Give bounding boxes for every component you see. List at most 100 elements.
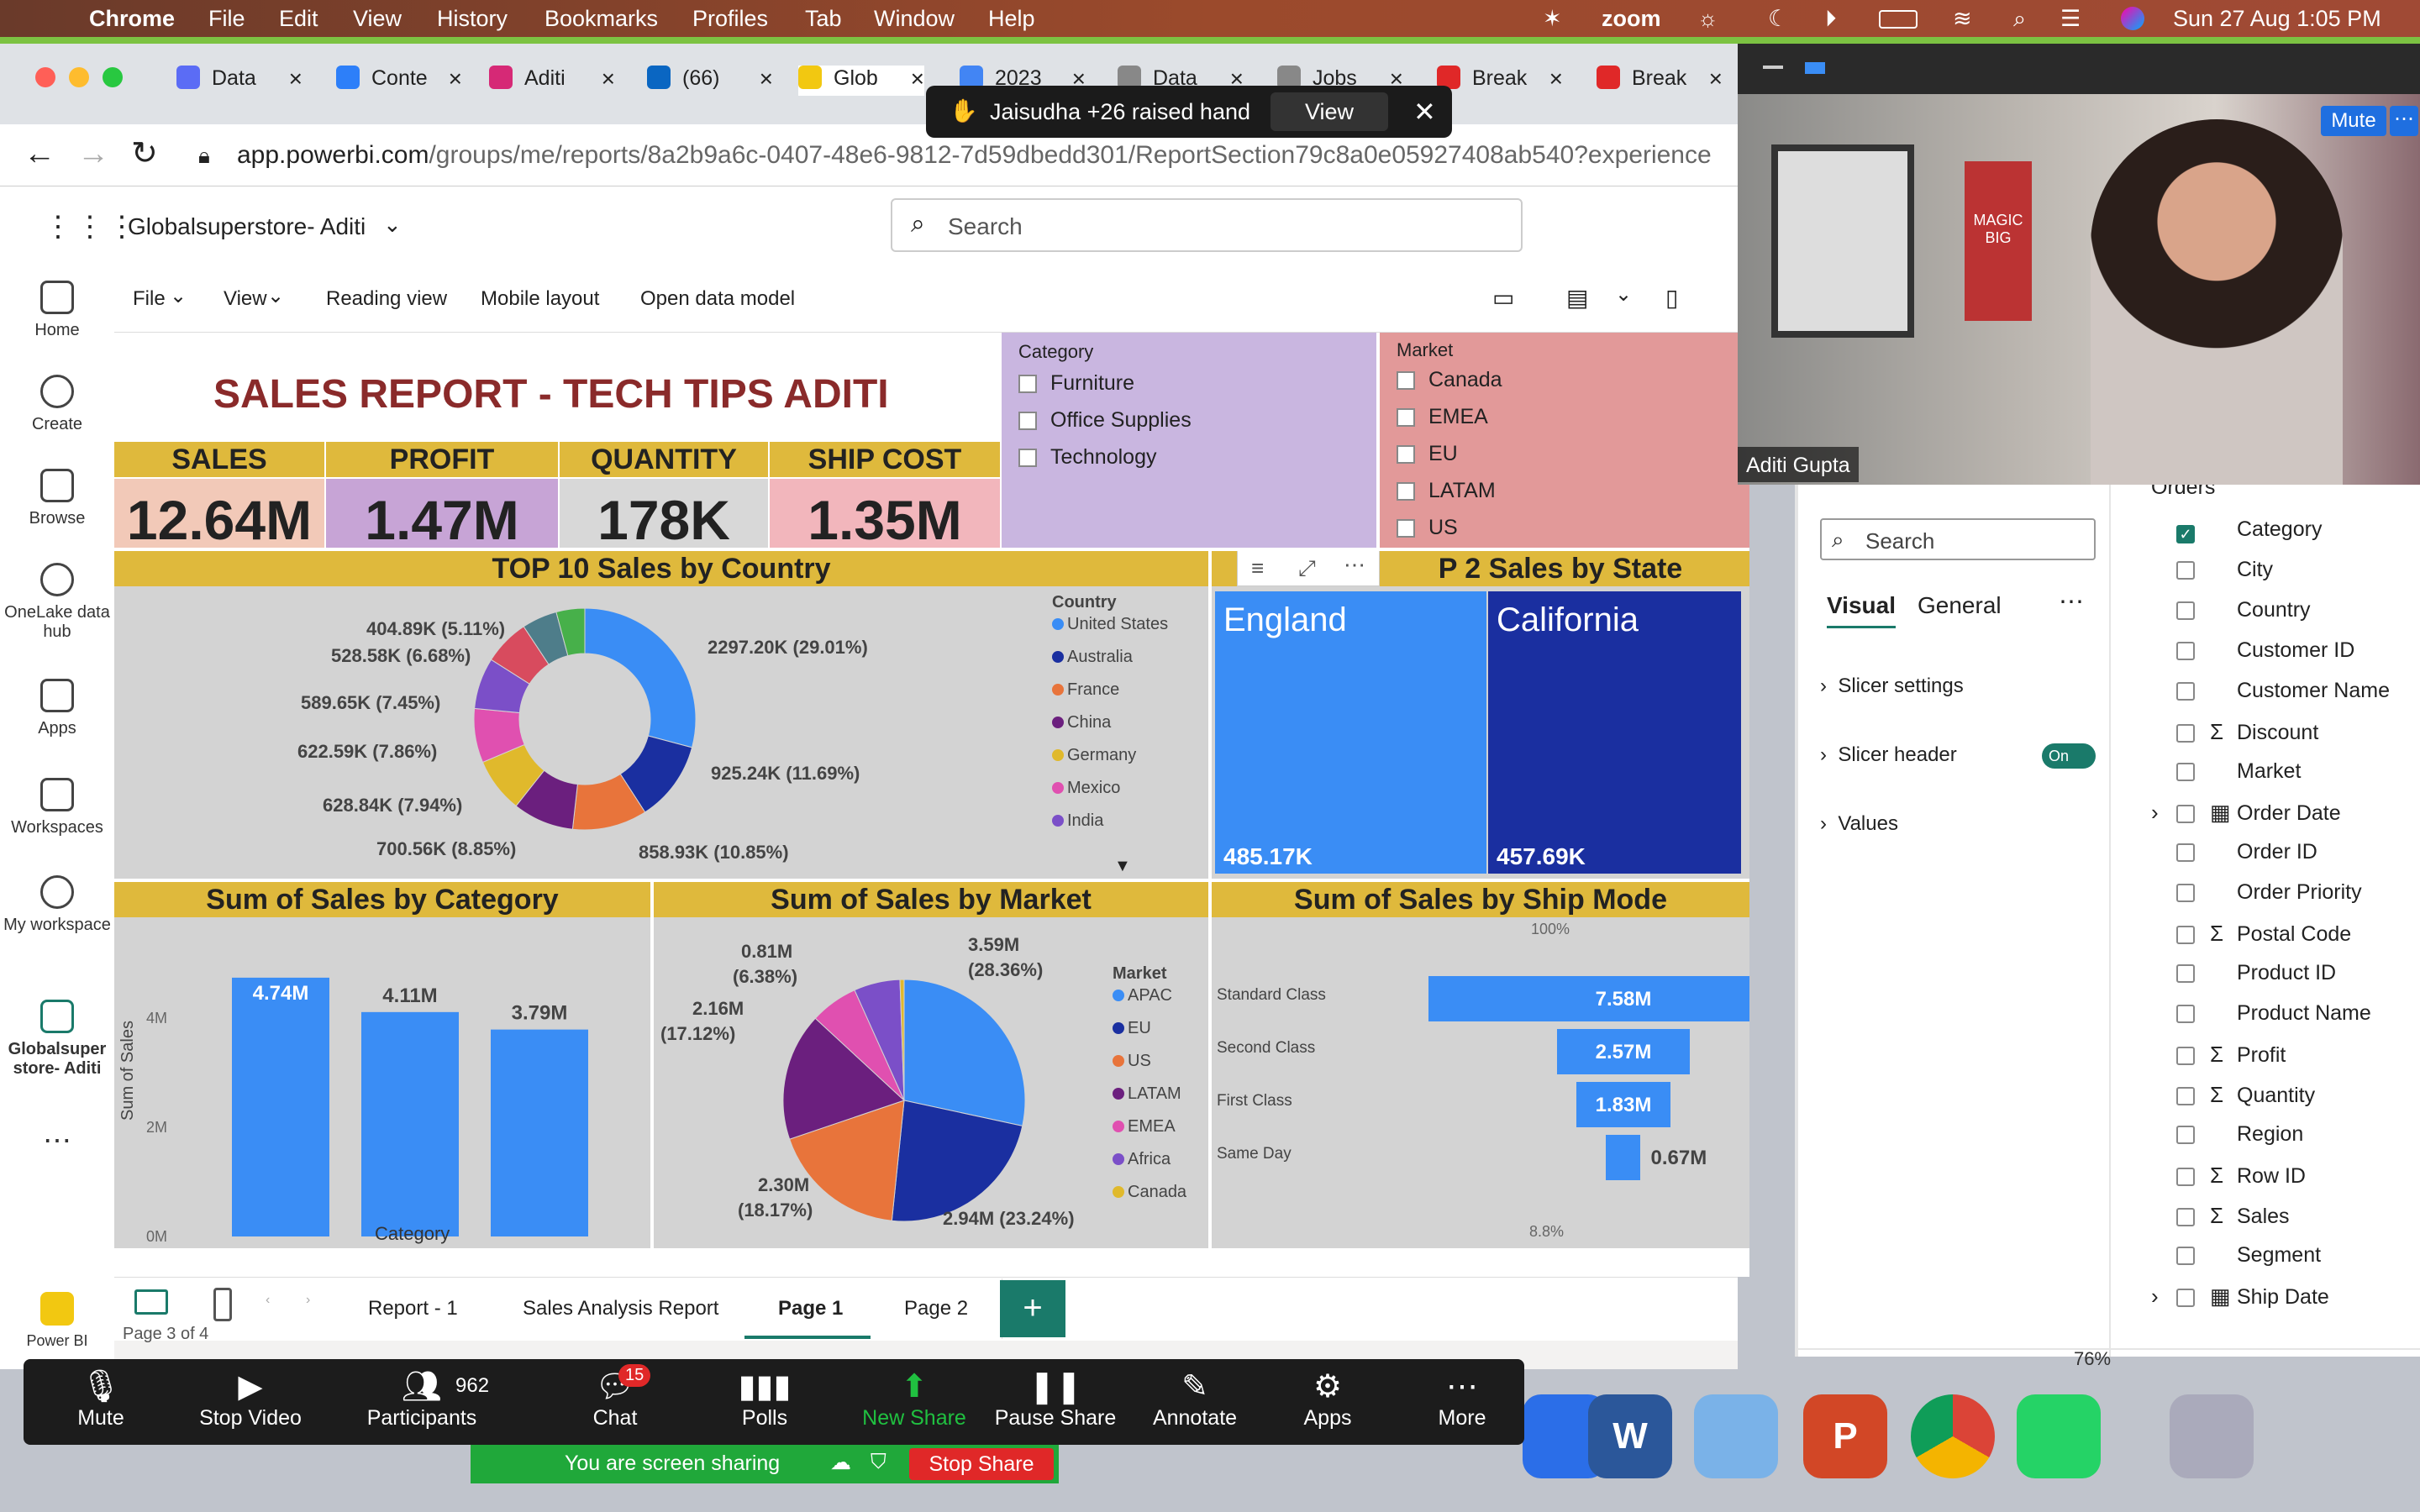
field-item[interactable]: Market xyxy=(2176,759,2301,793)
checkbox[interactable] xyxy=(1397,445,1415,464)
url-text[interactable]: app.powerbi.com/groups/me/reports/8a2b9a… xyxy=(237,141,1712,170)
word-app-icon[interactable]: W xyxy=(1588,1394,1672,1478)
nav-powerbi[interactable]: Power BI xyxy=(0,1292,114,1350)
field-checkbox[interactable] xyxy=(2176,1289,2195,1307)
more-options-icon[interactable]: ⋯ xyxy=(1344,552,1365,578)
slicer-item-office-supplies[interactable]: Office Supplies xyxy=(1018,408,1192,433)
field-item[interactable]: Segment xyxy=(2176,1243,2321,1277)
field-item[interactable]: Order ID xyxy=(2176,840,2317,874)
chat-button[interactable]: 💬︎ Chat xyxy=(552,1368,678,1431)
legend-item[interactable]: India xyxy=(1052,811,1168,844)
page-tab[interactable]: Page 2 xyxy=(871,1278,1003,1339)
forward-icon[interactable]: → xyxy=(77,136,109,172)
close-window-button[interactable] xyxy=(35,67,55,87)
menu-window[interactable]: Window xyxy=(874,6,955,32)
legend-item[interactable]: US xyxy=(1113,1052,1186,1084)
field-checkbox[interactable] xyxy=(2176,724,2195,743)
menu-help[interactable]: Help xyxy=(988,6,1035,32)
field-checkbox[interactable] xyxy=(2176,642,2195,660)
menu-edit[interactable]: Edit xyxy=(279,6,318,32)
zoom-menu-item[interactable]: zoom xyxy=(1602,6,1661,32)
back-icon[interactable]: ← xyxy=(24,136,55,172)
mobile-layout-icon[interactable] xyxy=(213,1288,232,1321)
browser-tab[interactable]: Data × xyxy=(176,66,302,96)
search-icon[interactable]: ⌕ xyxy=(2013,6,2026,33)
mute-participant-button[interactable]: Mute xyxy=(2321,106,2386,136)
field-checkbox[interactable] xyxy=(2176,561,2195,580)
field-checkbox[interactable] xyxy=(2176,1126,2195,1144)
field-item[interactable]: Product ID xyxy=(2176,961,2336,995)
pause-share-button[interactable]: ❚❚ Pause Share xyxy=(992,1368,1118,1431)
close-tab-icon[interactable]: × xyxy=(449,66,462,92)
close-tab-icon[interactable]: × xyxy=(602,66,615,92)
expand-chevron-icon[interactable]: › xyxy=(2151,1284,2159,1310)
add-page-button[interactable]: + xyxy=(1000,1280,1065,1337)
play-icon[interactable]: ⏵ xyxy=(1825,6,1837,33)
ribbon-mobile-layout[interactable]: Mobile layout xyxy=(481,287,599,311)
desktop-layout-icon[interactable] xyxy=(134,1289,168,1315)
focus-mode-icon[interactable]: ⤢ xyxy=(1298,555,1316,582)
field-checkbox[interactable] xyxy=(2176,763,2195,781)
field-checkbox[interactable] xyxy=(2176,1168,2195,1186)
section-slicer-settings[interactable]: › Slicer settings xyxy=(1820,675,1964,698)
whatsapp-app-icon[interactable] xyxy=(2017,1394,2101,1478)
nav-browse[interactable]: Browse xyxy=(0,469,114,528)
legend-item[interactable]: Germany xyxy=(1052,746,1168,779)
checkbox[interactable] xyxy=(1018,412,1037,430)
trash-icon[interactable] xyxy=(2170,1394,2254,1478)
bar[interactable] xyxy=(491,1029,588,1236)
field-checkbox[interactable] xyxy=(2176,1247,2195,1265)
field-item[interactable]: City xyxy=(2176,558,2273,591)
zoom-percentage[interactable]: 76% xyxy=(2074,1348,2111,1370)
field-item[interactable]: Σ Profit xyxy=(2176,1042,2286,1075)
expand-chevron-icon[interactable]: › xyxy=(2151,800,2159,826)
menu-history[interactable]: History xyxy=(437,6,508,32)
tools-app-icon[interactable] xyxy=(1694,1394,1778,1478)
browser-tab[interactable]: Conte × xyxy=(336,66,462,96)
chevron-down-icon[interactable]: ⌄ xyxy=(383,212,402,238)
field-item[interactable]: Region xyxy=(2176,1122,2303,1156)
field-item[interactable]: Customer ID xyxy=(2176,638,2354,672)
legend-item[interactable]: Australia xyxy=(1052,648,1168,680)
clock[interactable]: Sun 27 Aug 1:05 PM xyxy=(2173,6,2381,32)
app-launcher-icon[interactable]: ⋮⋮⋮ xyxy=(44,210,139,244)
header-toggle[interactable]: On xyxy=(2042,743,2096,769)
field-item[interactable]: Σ Postal Code xyxy=(2176,921,2351,954)
checkbox[interactable] xyxy=(1018,449,1037,467)
field-item[interactable]: ✓ Category xyxy=(2176,517,2322,551)
menu-view[interactable]: View xyxy=(353,6,402,32)
address-bar[interactable]: ← → ↻ 🔒︎ app.powerbi.com/groups/me/repor… xyxy=(0,124,1738,186)
browser-tab[interactable]: (66) × xyxy=(647,66,773,96)
bar[interactable] xyxy=(232,977,329,1236)
slicer-item-latam[interactable]: LATAM xyxy=(1397,479,1496,503)
ribbon-view[interactable]: View xyxy=(224,287,267,311)
new-share-button[interactable]: ⬆︎ New Share xyxy=(851,1368,977,1431)
siri-icon[interactable] xyxy=(2121,7,2144,30)
field-checkbox[interactable] xyxy=(2176,1005,2195,1023)
notes-icon[interactable]: ▯ xyxy=(1665,284,1678,312)
format-search-box[interactable]: ⌕ Search xyxy=(1820,518,2096,560)
lock-icon[interactable]: 🔒︎ xyxy=(198,143,210,170)
legend-item[interactable]: China xyxy=(1052,713,1168,746)
legend-item[interactable]: EU xyxy=(1113,1019,1186,1052)
slicer-item-technology[interactable]: Technology xyxy=(1018,445,1156,470)
slicer-item-eu[interactable]: EU xyxy=(1397,442,1458,466)
legend-item[interactable]: France xyxy=(1052,680,1168,713)
nav-onelake[interactable]: OneLake data hub xyxy=(0,563,114,642)
minimize-window-button[interactable] xyxy=(69,67,89,87)
field-checkbox[interactable] xyxy=(2176,843,2195,862)
close-icon[interactable]: ✕ xyxy=(1413,96,1436,128)
moon-icon[interactable]: ☾ xyxy=(1768,6,1788,32)
field-item[interactable]: › ▦ Order Date xyxy=(2151,800,2341,833)
close-tab-icon[interactable]: × xyxy=(760,66,773,92)
wifi-icon[interactable]: ≋ xyxy=(1953,6,1972,32)
legend-item[interactable]: Canada xyxy=(1113,1183,1186,1215)
nav-create[interactable]: Create xyxy=(0,375,114,434)
checkbox[interactable] xyxy=(1397,408,1415,427)
legend-item[interactable]: Mexico xyxy=(1052,779,1168,811)
checkbox[interactable] xyxy=(1018,375,1037,393)
tab-visual[interactable]: Visual xyxy=(1827,592,1896,628)
legend-item[interactable]: Africa xyxy=(1113,1150,1186,1183)
field-checkbox[interactable] xyxy=(2176,884,2195,902)
slicer-item-canada[interactable]: Canada xyxy=(1397,368,1502,392)
